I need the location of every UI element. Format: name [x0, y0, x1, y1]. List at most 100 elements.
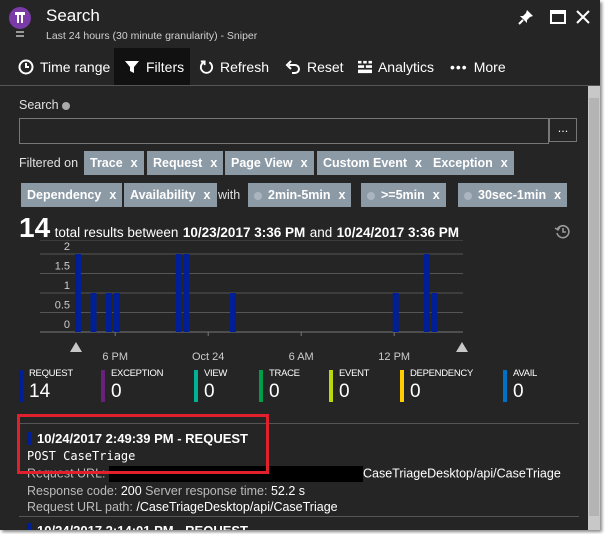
undo-icon	[285, 59, 300, 74]
filter-chip-2min-5min[interactable]: 2min-5min x	[248, 183, 352, 207]
remove-filter-icon[interactable]: x	[301, 156, 308, 170]
time-range-button[interactable]: Time range	[10, 48, 120, 85]
analytics-button[interactable]: Analytics	[358, 48, 434, 85]
info-icon	[254, 191, 262, 200]
y-tick-label: 1.5	[55, 261, 70, 273]
refresh-icon	[199, 59, 214, 74]
filter-chip-exception[interactable]: Exception x	[427, 151, 514, 175]
vertical-scrollbar[interactable]	[588, 86, 600, 530]
pin-icon[interactable]	[517, 8, 535, 26]
with-label: with	[218, 188, 241, 202]
remove-filter-icon[interactable]: x	[210, 156, 217, 170]
legend-count: 14	[29, 381, 51, 402]
legend-label: VIEW	[204, 368, 228, 379]
results-count: 14	[19, 212, 51, 243]
filter-chip-dependency[interactable]: Dependency x	[21, 183, 123, 207]
reset-label: Reset	[307, 58, 344, 75]
y-tick-label: 1	[64, 280, 70, 292]
filter-chip-request[interactable]: Request x	[147, 151, 224, 175]
legend-label: AVAIL	[513, 368, 538, 379]
remove-filter-icon[interactable]: x	[109, 188, 116, 202]
blade-subtitle: Last 24 hours (30 minute granularity) - …	[46, 30, 258, 42]
remove-filter-icon[interactable]: x	[433, 188, 440, 202]
info-icon	[464, 191, 472, 200]
legend-label: EXCEPTION	[111, 368, 164, 379]
title-bar: Search Last 24 hours (30 minute granular…	[0, 0, 600, 46]
reset-button[interactable]: Reset	[285, 48, 345, 85]
result-title: 10/24/2017 2:14:01 PM - REQUEST	[37, 523, 248, 530]
info-icon	[367, 191, 375, 200]
analytics-label: Analytics	[377, 58, 434, 75]
range-end-handle[interactable]	[456, 342, 468, 352]
legend-color-swatch	[329, 370, 333, 402]
legend-label: TRACE	[269, 368, 300, 379]
blade-title: Search	[46, 6, 100, 25]
range-start-handle[interactable]	[70, 342, 82, 352]
bar[interactable]	[106, 293, 112, 332]
legend-count: 0	[111, 381, 122, 402]
y-tick-label: 0	[64, 319, 70, 331]
legend-count: 0	[204, 381, 215, 402]
refresh-button[interactable]: Refresh	[199, 48, 269, 85]
legend-color-swatch	[259, 370, 263, 402]
legend-color-swatch	[194, 370, 198, 402]
legend-color-swatch	[400, 370, 404, 402]
filter-chip-custom-event[interactable]: Custom Event x	[317, 151, 428, 175]
x-tick-label: 6 PM	[102, 351, 128, 363]
legend-label: REQUEST	[29, 368, 73, 379]
filters-button[interactable]: Filters	[114, 48, 190, 85]
bar[interactable]	[431, 293, 438, 332]
filter-chip-availability[interactable]: Availability x	[124, 183, 217, 207]
bar[interactable]	[183, 254, 190, 332]
scrollbar-thumb[interactable]	[589, 98, 599, 516]
legend-label: EVENT	[339, 368, 370, 379]
result-item[interactable]: 10/24/2017 2:14:01 PM - REQUEST	[19, 520, 579, 530]
more-label: More	[473, 58, 506, 75]
remove-filter-icon[interactable]: x	[501, 156, 508, 170]
results-end: 10/24/2017 3:36 PM	[336, 225, 460, 240]
history-icon[interactable]	[554, 223, 571, 240]
bar[interactable]	[90, 293, 97, 332]
filter-chip-gte-5min[interactable]: >=5min x	[361, 183, 446, 207]
filters-label: Filters	[146, 58, 185, 75]
y-tick-label: 2	[64, 241, 70, 253]
info-icon	[62, 101, 71, 110]
remove-filter-icon[interactable]: x	[554, 188, 561, 202]
legend-count: 0	[269, 381, 280, 402]
bar[interactable]	[75, 254, 81, 332]
remove-filter-icon[interactable]: x	[131, 156, 138, 170]
x-tick-label: Oct 24	[192, 351, 224, 363]
filter-chip-30sec-1min[interactable]: 30sec-1min x	[458, 183, 568, 207]
legend-count: 0	[410, 381, 421, 402]
bar[interactable]	[113, 293, 120, 332]
search-blade: Search Last 24 hours (30 minute granular…	[0, 0, 600, 530]
more-button[interactable]: ••• More	[450, 48, 510, 85]
lightbulb-icon	[9, 7, 31, 37]
search-input[interactable]	[19, 118, 549, 144]
result-path: Request URL path: /CaseTriageDesktop/api…	[27, 500, 338, 514]
legend-count: 0	[339, 381, 350, 402]
bar[interactable]	[423, 254, 430, 332]
close-icon[interactable]	[574, 8, 592, 26]
filter-chip-page-view[interactable]: Page View x	[225, 151, 314, 175]
legend-label: DEPENDENCY	[410, 368, 473, 379]
filter-icon	[125, 60, 139, 73]
search-options-button[interactable]: ...	[549, 118, 577, 142]
ellipsis-icon: •••	[450, 58, 468, 75]
time-range-label: Time range	[40, 58, 111, 75]
x-tick-label: 6 AM	[289, 351, 314, 363]
highlight-annotation	[17, 414, 269, 474]
bar[interactable]	[175, 254, 182, 332]
bar[interactable]	[392, 293, 399, 332]
remove-filter-icon[interactable]: x	[415, 156, 422, 170]
divider	[19, 516, 579, 517]
filter-chip-trace[interactable]: Trace x	[84, 151, 144, 175]
analytics-icon	[358, 60, 372, 73]
search-label: Search	[19, 98, 71, 112]
bar[interactable]	[230, 293, 236, 332]
remove-filter-icon[interactable]: x	[204, 188, 211, 202]
request-marker	[27, 523, 31, 530]
legend-color-swatch	[101, 370, 105, 402]
maximize-icon[interactable]	[549, 8, 567, 26]
remove-filter-icon[interactable]: x	[339, 188, 346, 202]
